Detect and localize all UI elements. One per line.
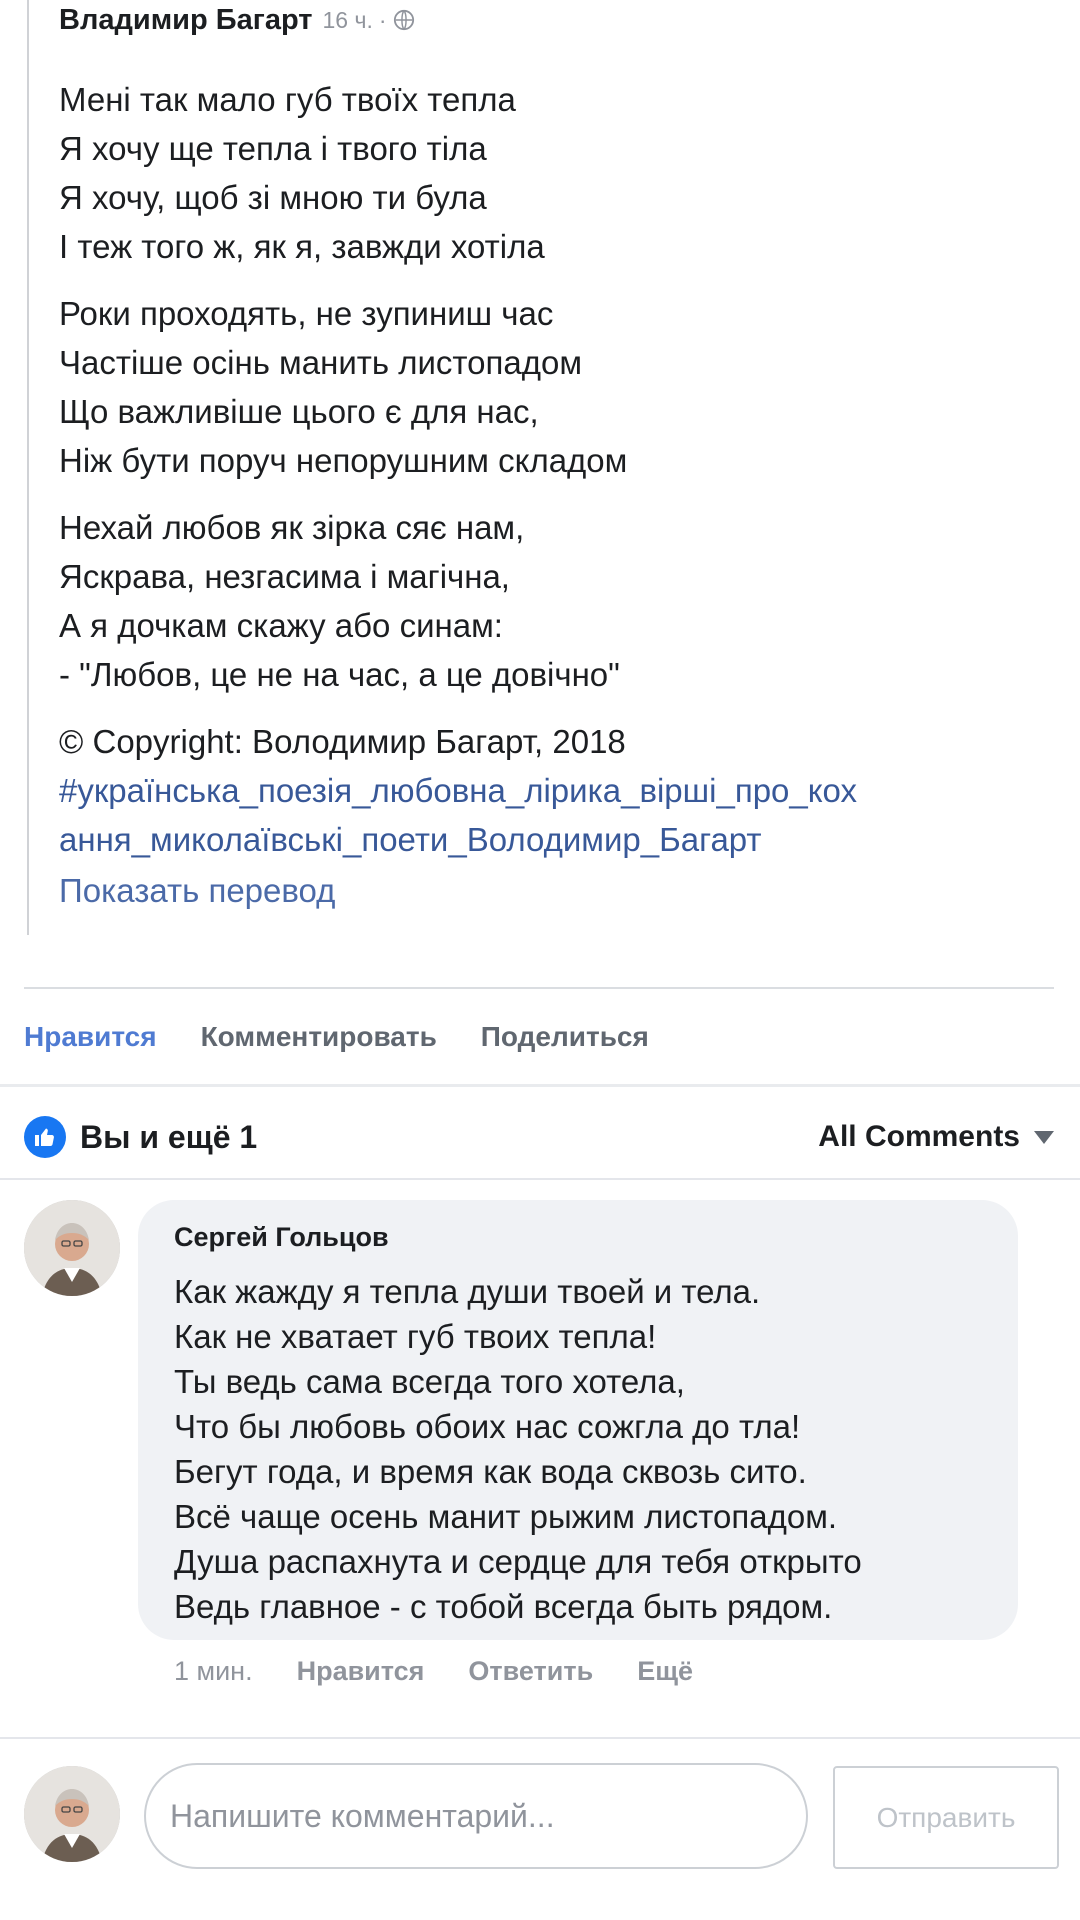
- caret-down-icon: [1034, 1130, 1054, 1144]
- hashtag-line[interactable]: #українська_поезія_любовна_лірика_вірші_…: [59, 766, 1039, 815]
- comment-line: Душа распахнута и сердце для тебя открыт…: [174, 1543, 862, 1580]
- comment-button[interactable]: Комментировать: [201, 1021, 437, 1053]
- divider: [0, 1084, 1080, 1087]
- poem-line: А я дочкам скажу або синам:: [59, 607, 503, 644]
- sort-label: All Comments: [818, 1120, 1020, 1153]
- post-author[interactable]: Владимир Багарт: [59, 4, 313, 37]
- comment-text: Как жажду я тепла души твоей и тела. Как…: [174, 1269, 982, 1629]
- poem-line: Яскрава, незгасима і магічна,: [59, 558, 510, 595]
- comment-line: Как не хватает губ твоих тепла!: [174, 1318, 657, 1355]
- comment-like-button[interactable]: Нравится: [297, 1656, 425, 1687]
- poem-line: Я хочу, щоб зі мною ти була: [59, 179, 487, 216]
- thumbs-up-icon: [35, 1128, 54, 1146]
- copyright-line: © Copyright: Володимир Багарт, 2018: [59, 723, 626, 760]
- reactions-summary[interactable]: Вы и ещё 1: [24, 1112, 257, 1162]
- stanza: Нехай любов як зірка сяє нам, Яскрава, н…: [59, 503, 1039, 699]
- comment-sort-dropdown[interactable]: All Comments: [818, 1112, 1054, 1162]
- avatar[interactable]: [24, 1200, 120, 1296]
- post-actions-bar: Нравится Комментировать Поделиться: [24, 1012, 649, 1062]
- composer-avatar: [24, 1766, 120, 1862]
- poem-line: Нехай любов як зірка сяє нам,: [59, 509, 525, 546]
- post-header: Владимир Багарт 16 ч. ·: [59, 0, 415, 40]
- stanza: Мені так мало губ твоїх тепла Я хочу ще …: [59, 75, 1039, 271]
- send-button[interactable]: Отправить: [833, 1766, 1059, 1869]
- poem-line: Мені так мало губ твоїх тепла: [59, 81, 516, 118]
- comment-line: Ты ведь сама всегда того хотела,: [174, 1363, 685, 1400]
- comment-reply-button[interactable]: Ответить: [468, 1656, 593, 1687]
- poem-line: І теж того ж, як я, завжди хотіла: [59, 228, 545, 265]
- hashtag-line[interactable]: ання_миколаївські_поети_Володимир_Багарт: [59, 815, 1039, 864]
- comment-line: Как жажду я тепла души твоей и тела.: [174, 1273, 761, 1310]
- comment-line: Ведь главное - с тобой всегда быть рядом…: [174, 1588, 833, 1625]
- comment-line: Что бы любовь обоих нас сожгла до тла!: [174, 1408, 801, 1445]
- show-translation-link[interactable]: Показать перевод: [59, 872, 335, 910]
- poem-line: Що важливіше цього є для нас,: [59, 393, 539, 430]
- person-avatar-icon: [24, 1766, 120, 1862]
- poem-line: Роки проходять, не зупиниш час: [59, 295, 554, 332]
- person-avatar-icon: [24, 1200, 120, 1296]
- post-text: Мені так мало губ твоїх тепла Я хочу ще …: [59, 75, 1039, 864]
- poem-line: Частіше осінь манить листопадом: [59, 344, 583, 381]
- comment-bubble: Сергей Гольцов Как жажду я тепла души тв…: [138, 1200, 1018, 1640]
- post: Владимир Багарт 16 ч. · Мені так мало гу…: [0, 0, 1080, 935]
- comment-line: Всё чаще осень манит рыжим листопадом.: [174, 1498, 838, 1535]
- globe-icon: [393, 9, 414, 31]
- share-button[interactable]: Поделиться: [481, 1021, 649, 1053]
- like-button[interactable]: Нравится: [24, 1021, 157, 1053]
- divider: [0, 1737, 1080, 1739]
- thread-line: [27, 0, 29, 935]
- comment-actions: 1 мин. Нравится Ответить Ещё: [174, 1650, 693, 1692]
- comment-line: Бегут года, и время как вода сквозь сито…: [174, 1453, 807, 1490]
- poem-line: - "Любов, це не на час, а це довічно": [59, 656, 620, 693]
- poem-line: Ніж бути поруч непорушним складом: [59, 442, 628, 479]
- poem-line: Я хочу ще тепла і твого тіла: [59, 130, 487, 167]
- post-meta: 16 ч. ·: [323, 7, 415, 34]
- comment-more-button[interactable]: Ещё: [637, 1656, 693, 1687]
- post-time[interactable]: 16 ч.: [323, 7, 373, 34]
- hashtag-link[interactable]: #українська_поезія_любовна_лірика_вірші_…: [59, 766, 1039, 864]
- reactions-text: Вы и ещё 1: [80, 1118, 258, 1155]
- stanza: Роки проходять, не зупиниш час Частіше о…: [59, 289, 1039, 485]
- like-icon: [24, 1116, 66, 1158]
- comment-time[interactable]: 1 мин.: [174, 1656, 253, 1687]
- divider: [24, 987, 1054, 989]
- divider: [0, 1178, 1080, 1180]
- comment-input[interactable]: [144, 1763, 808, 1869]
- meta-separator: ·: [378, 6, 387, 33]
- comment-author[interactable]: Сергей Гольцов: [174, 1222, 982, 1253]
